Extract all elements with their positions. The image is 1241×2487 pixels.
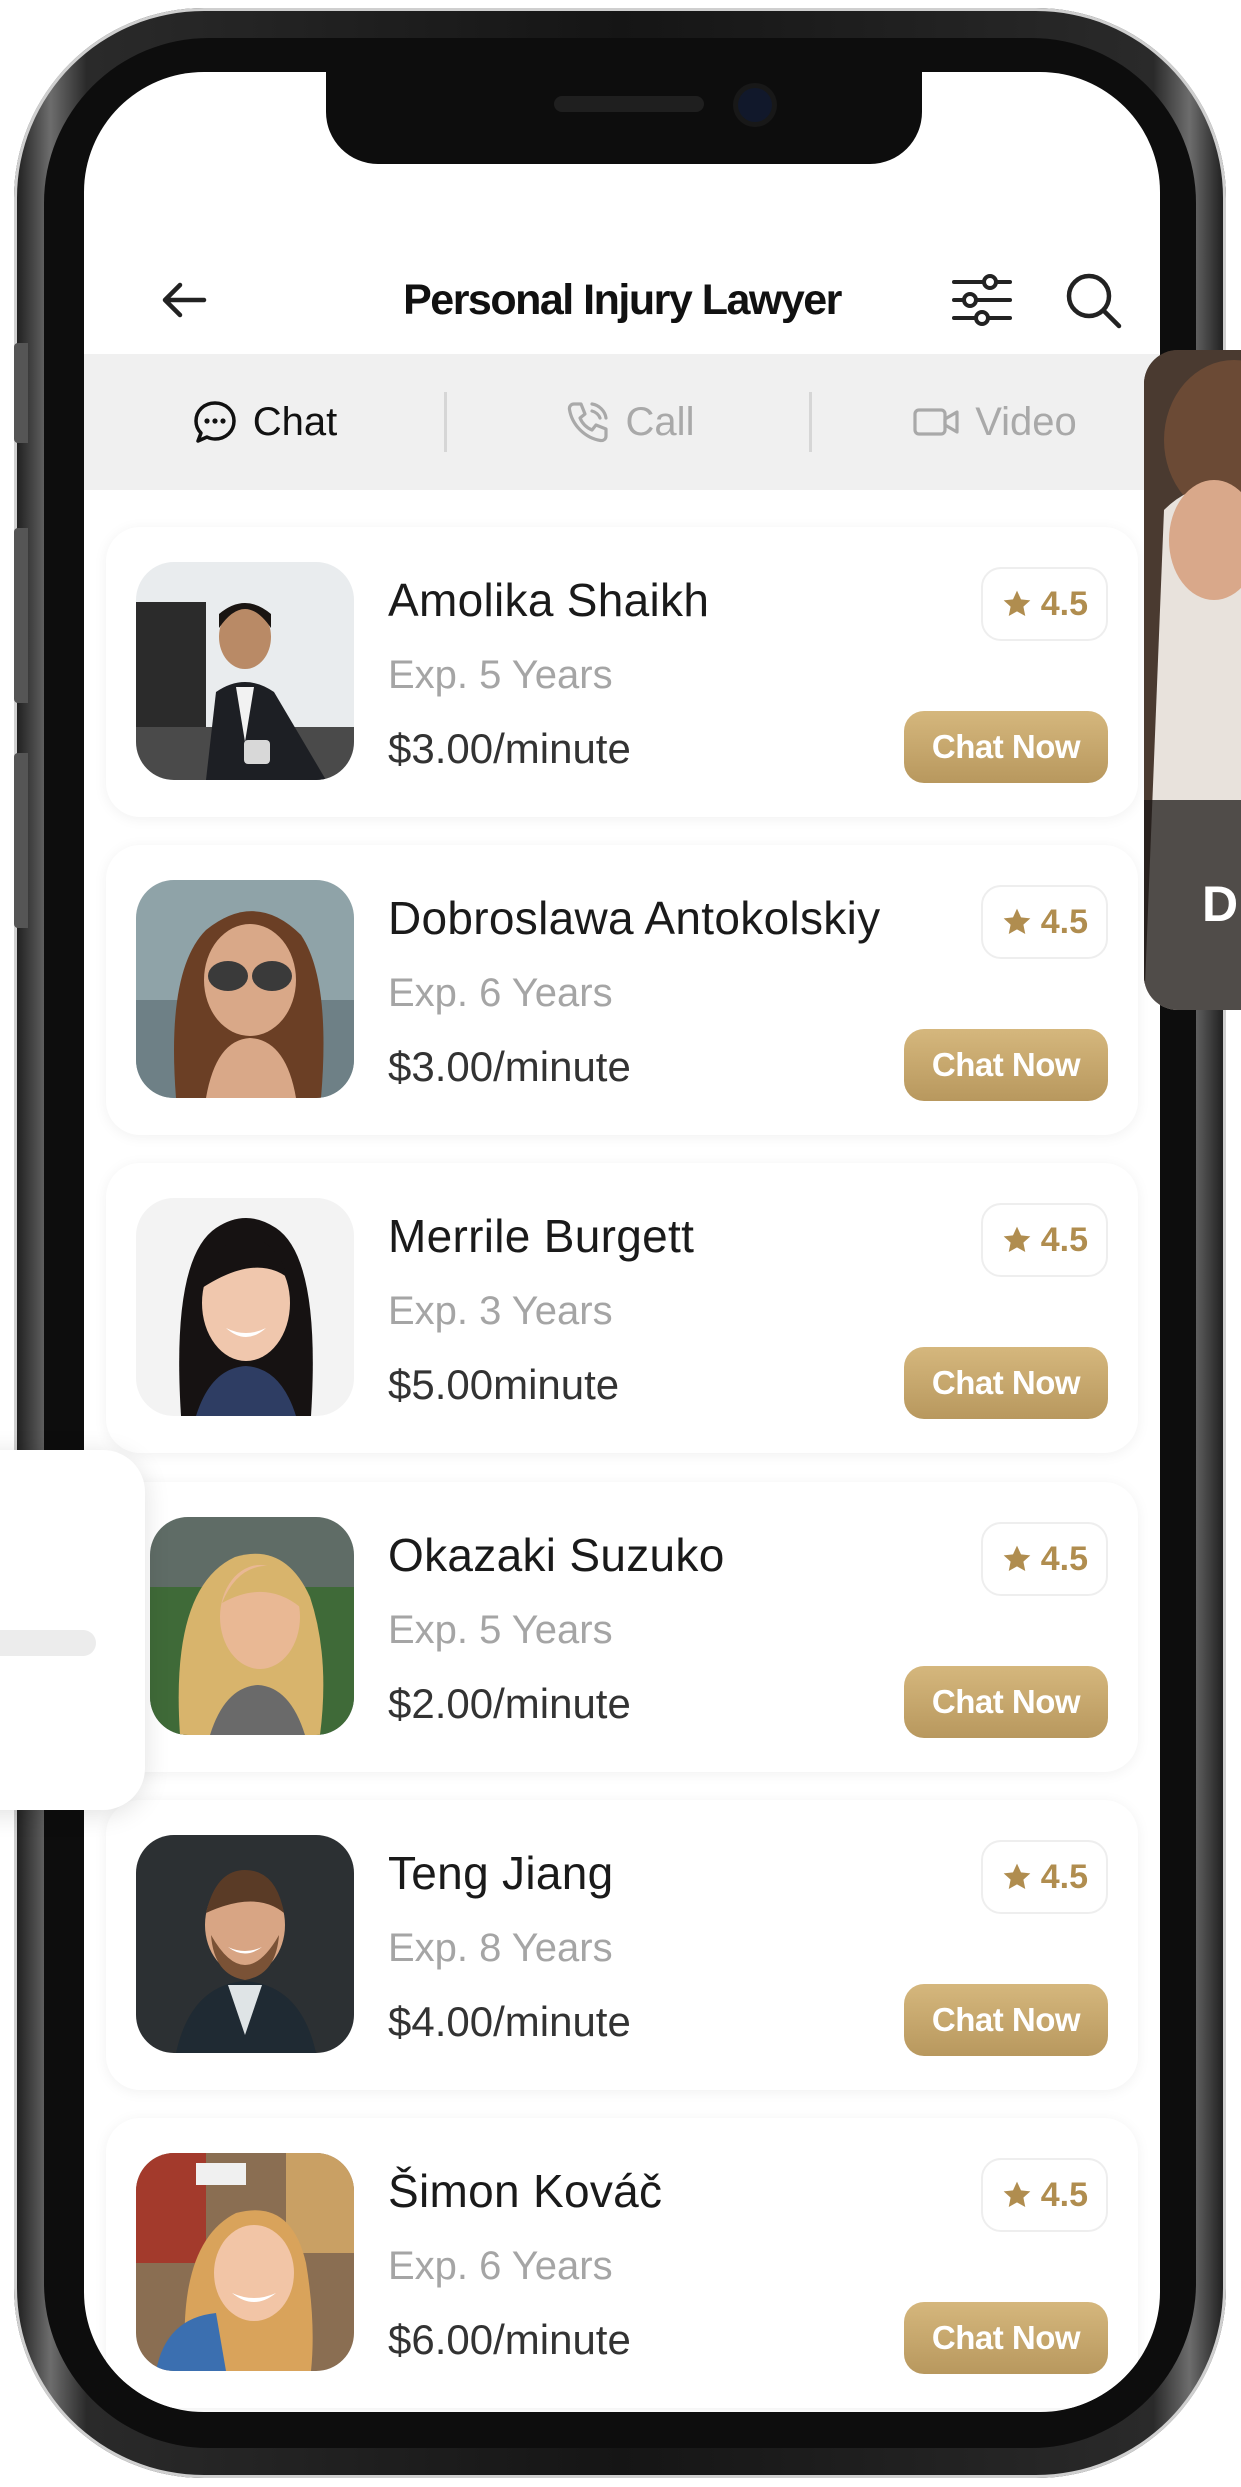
chat-now-button[interactable]: Chat Now (904, 1984, 1108, 2056)
lawyer-price: $5.00minute (388, 1361, 620, 1408)
tab-chat-label: Chat (252, 399, 338, 444)
lawyer-name: Dobroslawa Antokolskiy (388, 892, 881, 944)
peek-card-label: D (1202, 876, 1239, 932)
lawyer-card[interactable]: Teng Jiang Exp. 8 Years $4.00/minute 4.5… (106, 1800, 1138, 2090)
mute-switch (14, 343, 28, 443)
app-header: Personal Injury Lawyer (84, 242, 1160, 362)
lawyer-card[interactable]: Dobroslawa Antokolskiy Exp. 6 Years $3.0… (106, 845, 1138, 1135)
lawyer-experience: Exp. 5 Years (388, 1608, 613, 1652)
tab-video[interactable]: Video (874, 354, 1114, 490)
chat-now-button[interactable]: Chat Now (904, 2302, 1108, 2374)
tab-call[interactable]: Call (509, 354, 749, 490)
tab-call-label: Call (625, 399, 695, 444)
front-camera (738, 88, 772, 122)
lawyer-card[interactable]: Amolika Shaikh Exp. 5 Years $3.00/minute… (106, 527, 1138, 817)
rating-value: 4.5 (1040, 584, 1088, 623)
chat-now-button[interactable]: Chat Now (904, 711, 1108, 783)
chat-bubble-icon (194, 401, 236, 443)
lawyer-experience: Exp. 6 Years (388, 971, 613, 1015)
lawyer-price: $4.00/minute (388, 1998, 631, 2045)
search-button[interactable] (1059, 266, 1127, 334)
rating-value: 4.5 (1040, 1539, 1088, 1578)
peek-card-placeholder-bar (0, 1630, 96, 1656)
sliders-icon (952, 274, 1012, 326)
video-icon (913, 408, 959, 436)
lawyer-name: Merrile Burgett (388, 1210, 695, 1262)
rating-badge: 4.5 (980, 567, 1108, 641)
lawyer-experience: Exp. 3 Years (388, 1289, 613, 1333)
consult-mode-tabs: Chat Call Video (84, 354, 1160, 490)
rating-value: 4.5 (1040, 2175, 1088, 2214)
lawyer-price: $2.00/minute (388, 1680, 631, 1727)
tab-video-label: Video (975, 399, 1077, 444)
star-icon (1003, 908, 1031, 934)
star-icon (1003, 2181, 1031, 2207)
rating-value: 4.5 (1040, 1857, 1088, 1896)
lawyer-name: Teng Jiang (388, 1847, 614, 1899)
filter-button[interactable] (948, 266, 1016, 334)
speaker-grille (554, 96, 704, 112)
phone-icon (567, 402, 608, 443)
lawyer-price: $6.00/minute (388, 2316, 631, 2363)
lawyer-experience: Exp. 6 Years (388, 2244, 613, 2288)
tab-divider (809, 392, 812, 452)
lawyer-card[interactable]: Merrile Burgett Exp. 3 Years $5.00minute… (106, 1163, 1138, 1453)
avatar (136, 562, 354, 780)
avatar (136, 880, 354, 1098)
star-icon (1003, 590, 1031, 616)
rating-badge: 4.5 (980, 1840, 1108, 1914)
lawyer-name: Okazaki Suzuko (388, 1529, 725, 1581)
lawyer-name: Amolika Shaikh (388, 574, 710, 626)
lawyer-price: $3.00/minute (388, 725, 631, 772)
lawyer-price: $3.00/minute (388, 1043, 631, 1090)
app-screen: Personal Injury Lawyer Chat Call Video A… (84, 72, 1160, 2412)
rating-badge: 4.5 (980, 1522, 1108, 1596)
tab-chat[interactable]: Chat (144, 354, 384, 490)
volume-up-button (14, 528, 28, 703)
rating-badge: 4.5 (980, 885, 1108, 959)
search-icon (1066, 273, 1122, 329)
chat-now-button[interactable]: Chat Now (904, 1029, 1108, 1101)
tab-divider (444, 392, 447, 452)
star-icon (1003, 1226, 1031, 1252)
rating-badge: 4.5 (980, 2158, 1108, 2232)
avatar (150, 1517, 354, 1735)
rating-value: 4.5 (1040, 902, 1088, 941)
rating-value: 4.5 (1040, 1220, 1088, 1259)
volume-down-button (14, 753, 28, 928)
peek-card-right: D (1144, 350, 1241, 1010)
lawyer-card[interactable]: Okazaki Suzuko Exp. 5 Years $2.00/minute… (106, 1482, 1138, 1772)
avatar (136, 1198, 354, 1416)
avatar (136, 1835, 354, 2053)
chat-now-button[interactable]: Chat Now (904, 1666, 1108, 1738)
notch (326, 72, 922, 164)
avatar (136, 2153, 354, 2371)
lawyer-card[interactable]: Šimon Kováč Exp. 6 Years $6.00/minute 4.… (106, 2118, 1138, 2408)
star-icon (1003, 1863, 1031, 1889)
peek-card-left (0, 1450, 145, 1810)
rating-badge: 4.5 (980, 1203, 1108, 1277)
lawyer-experience: Exp. 5 Years (388, 653, 613, 697)
lawyer-name: Šimon Kováč (388, 2165, 663, 2217)
star-icon (1003, 1545, 1031, 1571)
chat-now-button[interactable]: Chat Now (904, 1347, 1108, 1419)
lawyer-experience: Exp. 8 Years (388, 1926, 613, 1970)
